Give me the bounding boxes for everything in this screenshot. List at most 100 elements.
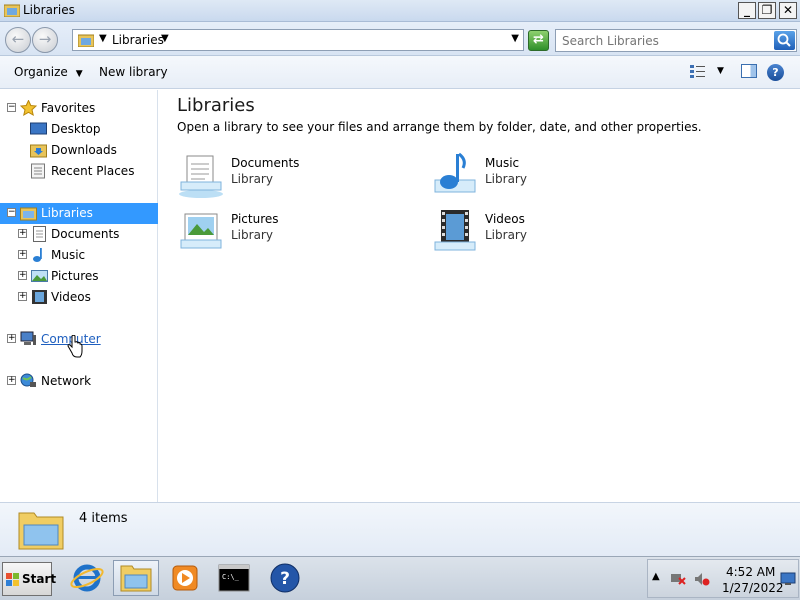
back-button[interactable]: ←	[5, 27, 31, 53]
videos-icon	[32, 290, 47, 304]
library-item-videos[interactable]: Videos Library	[431, 208, 671, 260]
nav-documents[interactable]: + Documents	[0, 224, 158, 245]
music-note-icon	[33, 248, 42, 262]
back-arrow-icon: ←	[11, 30, 25, 48]
breadcrumb-libraries[interactable]: Libraries	[112, 33, 164, 47]
address-bar: ← → ▼ Libraries ▼ ▼ ⇄	[0, 22, 800, 56]
library-item-music[interactable]: Music Library	[431, 152, 671, 204]
media-player-button[interactable]	[162, 560, 208, 596]
search-box[interactable]	[555, 29, 797, 52]
library-type: Library	[231, 228, 273, 242]
nav-desktop[interactable]: Desktop	[0, 119, 158, 140]
nav-favorites[interactable]: − Favorites	[0, 98, 158, 119]
refresh-icon: ⇄	[533, 32, 544, 47]
nav-pictures[interactable]: + Pictures	[0, 266, 158, 287]
collapse-icon[interactable]: −	[7, 103, 16, 112]
nav-network-label: Network	[41, 374, 92, 388]
expand-icon[interactable]: +	[7, 334, 16, 343]
library-item-pictures[interactable]: Pictures Library	[177, 208, 417, 260]
change-view-icon[interactable]	[690, 64, 706, 78]
command-bar: Organize ▼ New library ▼ ?	[0, 56, 800, 89]
nav-downloads[interactable]: Downloads	[0, 140, 158, 161]
address-dropdown-icon[interactable]: ▼	[511, 33, 519, 44]
address-field[interactable]: ▼ Libraries ▼ ▼	[72, 29, 524, 51]
music-icon	[434, 152, 476, 193]
nav-music[interactable]: + Music	[0, 245, 158, 266]
expand-icon[interactable]: +	[7, 376, 16, 385]
volume-muted-icon[interactable]	[694, 572, 710, 586]
nav-documents-label: Documents	[51, 227, 120, 241]
nav-favorites-label: Favorites	[41, 101, 96, 115]
breadcrumb-separator-icon[interactable]: ▼	[99, 33, 107, 44]
collapse-icon[interactable]: −	[7, 208, 16, 217]
refresh-button[interactable]: ⇄	[528, 30, 549, 51]
expand-icon[interactable]: +	[18, 271, 27, 280]
help-glyph: ?	[280, 569, 290, 589]
libraries-folder-icon	[20, 207, 37, 221]
library-name: Pictures	[231, 212, 279, 226]
pictures-icon	[31, 270, 48, 282]
clock-time[interactable]: 4:52 AM	[726, 565, 775, 579]
window-title: Libraries	[23, 3, 75, 17]
expand-icon[interactable]: +	[18, 229, 27, 238]
page-description: Open a library to see your files and arr…	[177, 120, 702, 134]
content-area: Libraries Open a library to see your fil…	[159, 90, 800, 502]
libraries-folder-icon	[120, 565, 152, 592]
search-icon[interactable]	[774, 31, 795, 50]
nav-videos[interactable]: + Videos	[0, 287, 158, 308]
page-title: Libraries	[177, 95, 255, 116]
expand-icon[interactable]: +	[18, 292, 27, 301]
view-options-dropdown-icon[interactable]: ▼	[717, 66, 724, 76]
desktop-icon	[30, 122, 47, 135]
internet-explorer-icon	[70, 564, 104, 592]
library-type: Library	[485, 228, 527, 242]
close-button[interactable]: ✕	[779, 2, 797, 19]
clock-date[interactable]: 1/27/2022	[722, 581, 784, 595]
hand-cursor-icon	[67, 335, 83, 358]
network-disconnected-icon[interactable]	[670, 572, 686, 586]
internet-explorer-button[interactable]	[64, 560, 110, 596]
nav-videos-label: Videos	[51, 290, 91, 304]
library-type: Library	[231, 172, 273, 186]
breadcrumb-chevron-icon[interactable]: ▼	[161, 33, 169, 44]
show-desktop-icon[interactable]	[780, 572, 796, 586]
help-button[interactable]: ?	[767, 64, 784, 81]
nav-recent-places-label: Recent Places	[51, 164, 135, 178]
downloads-folder-icon	[30, 144, 47, 158]
library-item-documents[interactable]: Documents Library	[177, 152, 417, 204]
nav-libraries[interactable]: − Libraries	[0, 203, 158, 224]
nav-libraries-label: Libraries	[41, 206, 93, 220]
show-hidden-icons-icon[interactable]: ▲	[652, 571, 660, 582]
preview-pane-icon[interactable]	[741, 64, 757, 78]
library-name: Videos	[485, 212, 525, 226]
expand-icon[interactable]: +	[18, 250, 27, 259]
nav-network[interactable]: + Network	[0, 371, 158, 392]
nav-downloads-label: Downloads	[51, 143, 117, 157]
navigation-pane: − Favorites Desktop Downloads Recent Pla…	[0, 90, 158, 502]
title-bar: Libraries _ ❐ ✕	[0, 0, 800, 22]
command-prompt-button[interactable]: C:\_	[211, 560, 257, 596]
windows-logo-icon	[6, 573, 19, 586]
command-prompt-icon: C:\_	[218, 564, 250, 592]
windows-explorer-button[interactable]	[113, 560, 159, 596]
organize-label: Organize	[14, 65, 68, 79]
recent-places-icon	[31, 163, 45, 179]
libraries-folder-icon	[18, 512, 64, 550]
forward-button[interactable]: →	[32, 27, 58, 53]
nav-music-label: Music	[51, 248, 86, 262]
start-button[interactable]: Start	[2, 562, 56, 596]
details-pane: 4 items	[0, 502, 800, 556]
computer-icon	[20, 331, 36, 345]
maximize-button[interactable]: ❐	[758, 2, 776, 19]
nav-pictures-label: Pictures	[51, 269, 99, 283]
organize-menu[interactable]: Organize ▼	[14, 65, 83, 79]
item-count: 4 items	[79, 511, 128, 526]
new-library-button[interactable]: New library	[99, 65, 168, 79]
minimize-button[interactable]: _	[738, 2, 756, 19]
search-input[interactable]	[558, 31, 772, 50]
help-support-button[interactable]: ?	[262, 560, 308, 596]
documents-icon	[33, 226, 46, 242]
star-icon	[20, 100, 37, 116]
nav-recent-places[interactable]: Recent Places	[0, 161, 158, 182]
libraries-folder-icon	[78, 34, 94, 47]
